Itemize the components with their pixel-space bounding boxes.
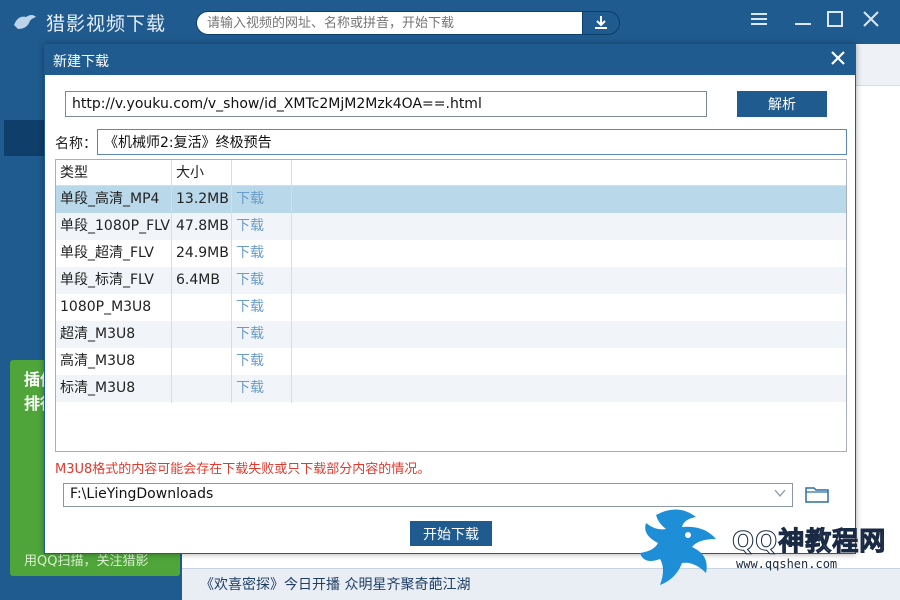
app-logo: 猎影视频下载: [12, 8, 166, 36]
column-divider: [231, 160, 232, 403]
download-link[interactable]: 下载: [232, 213, 292, 240]
save-dir-value[interactable]: F:\LieYingDownloads: [70, 486, 213, 502]
dialog-title: 新建下载: [53, 54, 109, 70]
cell-type: 超清_M3U8: [60, 326, 136, 342]
format-table: 类型 大小 单段_高清_MP4 13.2MB 下载 单段_1080P_FLV 47.8M…: [55, 159, 847, 452]
app-topbar: 猎影视频下载: [0, 0, 900, 44]
download-arrow-icon[interactable]: [582, 11, 620, 35]
news-ticker-text[interactable]: 《欢喜密探》今日开播 众明星齐聚奇葩江湖: [200, 574, 470, 594]
cell-size: 6.4MB: [176, 272, 220, 288]
table-row[interactable]: 1080P_M3U8 下载: [56, 294, 846, 321]
close-icon[interactable]: [858, 10, 884, 34]
name-input[interactable]: [97, 129, 847, 155]
table-row[interactable]: 高清_M3U8 下载: [56, 348, 846, 375]
m3u8-warning: M3U8格式的内容可能会存在下载失败或只下载部分内容的情况。: [55, 462, 431, 477]
logo-icon: [12, 11, 38, 33]
minimize-icon[interactable]: [790, 10, 816, 34]
app-search-input[interactable]: [207, 14, 577, 32]
name-label: 名称：: [55, 136, 97, 152]
cell-size: [172, 294, 232, 321]
cell-size: 13.2MB: [176, 191, 229, 207]
download-link[interactable]: 下载: [232, 294, 292, 321]
start-download-button[interactable]: 开始下载: [410, 521, 492, 546]
menu-icon[interactable]: [746, 10, 772, 34]
download-link[interactable]: 下载: [232, 321, 292, 348]
folder-icon[interactable]: [805, 484, 829, 506]
table-row[interactable]: 单段_标清_FLV 6.4MB 下载: [56, 267, 846, 294]
cell-type: 单段_1080P_FLV: [60, 218, 170, 234]
maximize-icon[interactable]: [822, 10, 848, 34]
header-type[interactable]: 类型: [56, 160, 172, 186]
url-input[interactable]: [65, 91, 707, 117]
cell-type: 高清_M3U8: [60, 353, 136, 369]
download-link[interactable]: 下载: [232, 375, 292, 402]
app-search-box[interactable]: [196, 11, 620, 35]
save-dir-select[interactable]: F:\LieYingDownloads: [63, 483, 793, 507]
watermark: QQ神教程网 www.qqshen.com: [636, 505, 892, 591]
table-row[interactable]: 标清_M3U8 下载: [56, 375, 846, 402]
cell-size: [172, 375, 232, 402]
table-row[interactable]: 单段_1080P_FLV 47.8MB 下载: [56, 213, 846, 240]
cell-type: 单段_超清_FLV: [60, 245, 154, 261]
watermark-url: www.qqshen.com: [736, 557, 838, 571]
cell-size: [172, 321, 232, 348]
cell-size: 24.9MB: [176, 245, 229, 261]
column-divider: [171, 160, 172, 403]
download-link[interactable]: 下载: [232, 348, 292, 375]
download-link[interactable]: 下载: [232, 186, 292, 213]
cell-type: 标清_M3U8: [60, 380, 136, 396]
dialog-titlebar[interactable]: 新建下载: [45, 45, 855, 75]
table-row[interactable]: 超清_M3U8 下载: [56, 321, 846, 348]
cell-size: 47.8MB: [176, 218, 229, 234]
header-size[interactable]: 大小: [172, 160, 232, 186]
dialog-close-icon[interactable]: [825, 47, 851, 73]
parse-button[interactable]: 解析: [737, 91, 827, 117]
table-row[interactable]: 单段_高清_MP4 13.2MB 下载: [56, 186, 846, 213]
cell-type: 1080P_M3U8: [60, 299, 152, 315]
cell-type: 单段_高清_MP4: [60, 191, 160, 207]
new-download-dialog: 新建下载 解析 名称： 类型 大小 单段_高清_MP413.2MB下载单段_10…: [44, 44, 856, 554]
table-header: 类型 大小: [56, 160, 846, 186]
watermark-text: QQ神教程网: [731, 527, 887, 558]
cell-size: [172, 348, 232, 375]
table-row[interactable]: 单段_超清_FLV 24.9MB 下载: [56, 240, 846, 267]
column-divider: [291, 160, 292, 403]
download-link[interactable]: 下载: [232, 267, 292, 294]
cell-type: 单段_标清_FLV: [60, 272, 154, 288]
dropdown-chevron-icon[interactable]: [770, 484, 790, 506]
dragon-logo-icon: [636, 505, 732, 595]
download-link[interactable]: 下载: [232, 240, 292, 267]
app-title: 猎影视频下载: [46, 12, 167, 35]
header-action[interactable]: [232, 160, 292, 186]
